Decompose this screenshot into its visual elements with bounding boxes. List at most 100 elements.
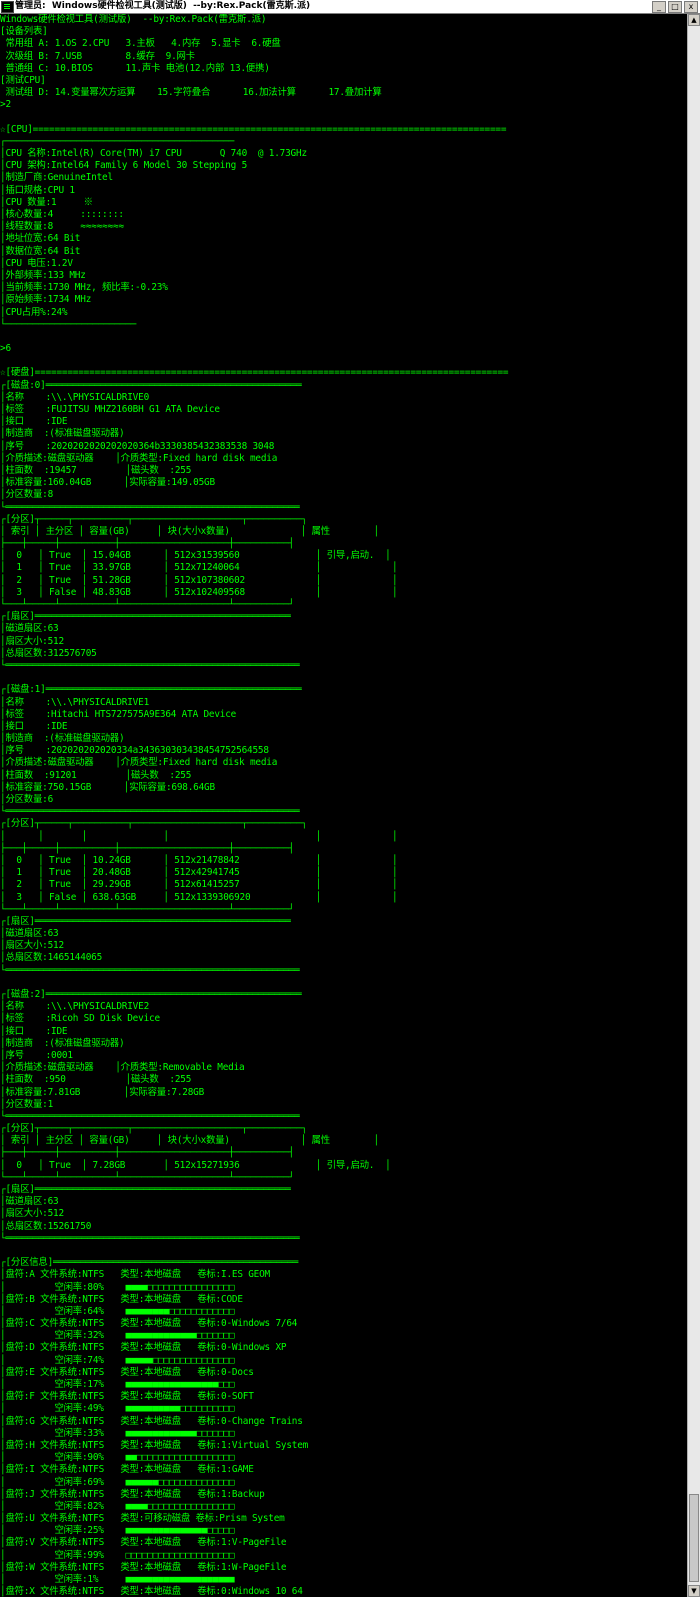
console-line: 常用组 A: 1.OS 2.CPU 3.主板 4.内存 5.显卡 6.硬盘	[0, 38, 281, 50]
console-line: │盘符:A 文件系统:NTFS 类型:本地磁盘 卷标:I.ES GEOM	[0, 1269, 271, 1281]
console-line: │地址位宽:64 Bit	[0, 233, 81, 245]
console-line: │ 索引 │ 主分区 │ 容量(GB) │ 块(大小x数量) │ 属性 │	[0, 525, 379, 537]
console-line: └───┴─────┴──────────┴──────────────────…	[0, 1171, 294, 1183]
console-line: ┌[扇区]═══════════════════════════════════…	[0, 915, 291, 927]
console-line: >2	[0, 99, 11, 111]
console-line: ├───┼─────┼──────────┼──────────────────…	[0, 842, 294, 854]
console-line: │序号 :2020202020202020364b333038543238353…	[0, 440, 275, 452]
console-line: │接口 :IDE	[0, 1025, 68, 1037]
console-line: │名称 :\\.\PHYSICALDRIVE1	[0, 696, 150, 708]
console-line: └═══════════════════════════════════════…	[0, 1110, 300, 1122]
console-line: │ 空闲率:80% ■■■■□□□□□□□□□□□□□□□□	[0, 1281, 235, 1293]
console-line: ┌[分区信息]═════════════════════════════════…	[0, 1257, 299, 1269]
console-line: 次级组 B: 7.USB 8.缓存 9.网卡	[0, 50, 195, 62]
console-line: │柱面数 :91201 │磁头数 :255	[0, 769, 192, 781]
maximize-button[interactable]: □	[668, 1, 682, 13]
console-line: │ 0 │ True │ 10.24GB │ 512x21478842 │ │	[0, 854, 398, 866]
console-line: │ 空闲率:99% □□□□□□□□□□□□□□□□□□□□	[0, 1549, 235, 1561]
console-line: [设备列表]	[0, 26, 48, 38]
console-line: │分区数量:8	[0, 489, 54, 501]
console-line: │磁道扇区:63	[0, 623, 59, 635]
console-line: └═══════════════════════════════════════…	[0, 1232, 300, 1244]
console-line: │标签 :Hitachi HTS727575A9E364 ATA Device	[0, 708, 237, 720]
console-line: │盘符:U 文件系统:NTFS 类型:可移动磁盘 卷标:Prism System	[0, 1513, 285, 1525]
console-line: │总扇区数:312576705	[0, 647, 97, 659]
console-line: ┌[扇区]═══════════════════════════════════…	[0, 611, 291, 623]
console-line: │盘符:J 文件系统:NTFS 类型:本地磁盘 卷标:1:Backup	[0, 1488, 265, 1500]
console-line: │盘符:G 文件系统:NTFS 类型:本地磁盘 卷标:0-Change Trai…	[0, 1415, 303, 1427]
console-line: ┌[分区]┬─────┬──────────┬─────────────────…	[0, 818, 307, 830]
console-line: 普通组 C: 10.BIOS 11.声卡 电池(12.内部 13.便携)	[0, 62, 270, 74]
console-line: │盘符:W 文件系统:NTFS 类型:本地磁盘 卷标:1:W-PageFile	[0, 1561, 287, 1573]
scrollbar-thumb[interactable]	[689, 1494, 699, 1582]
console-line: │制造商 :(标准磁盘驱动器)	[0, 733, 125, 745]
console-line: │ 2 │ True │ 29.29GB │ 512x61415257 │ │	[0, 879, 398, 891]
console-line: │ 空闲率:90% ■■□□□□□□□□□□□□□□□□□□	[0, 1452, 235, 1464]
console-line: │ 3 │ False │ 638.63GB │ 512x1339306920 …	[0, 891, 398, 903]
console-line: │标签 :FUJITSU MHZ2160BH G1 ATA Device	[0, 404, 220, 415]
console-line: │ 2 │ True │ 51.28GB │ 512x107380602 │ │	[0, 574, 398, 586]
console-line: │介质描述:磁盘驱动器 │介质类型:Fixed hard disk media	[0, 757, 278, 769]
console-line: │扇区大小:512	[0, 635, 64, 647]
console-line: │盘符:E 文件系统:NTFS 类型:本地磁盘 卷标:0-Docs	[0, 1366, 254, 1378]
console-line: └───┴─────┴──────────┴──────────────────…	[0, 599, 294, 610]
console-line: ┌───────────────────────────────────────…	[0, 135, 235, 147]
console-line: │盘符:H 文件系统:NTFS 类型:本地磁盘 卷标:1:Virtual Sys…	[0, 1439, 309, 1451]
console-line: │介质描述:磁盘驱动器 │介质类型:Fixed hard disk media	[0, 452, 278, 464]
console-line: ☆[CPU]==================================…	[0, 123, 507, 135]
console-line: └───┴─────┴──────────┴──────────────────…	[0, 903, 294, 915]
console-line: │介质描述:磁盘驱动器 │介质类型:Removable Media	[0, 1062, 245, 1074]
scroll-down-arrow-icon[interactable]: ▼	[688, 1585, 700, 1597]
console-line: │ 空闲率:17% ■■■■■■■■■■■■■■■■■□□□	[0, 1379, 235, 1390]
console-output[interactable]: Windows硬件检视工具(测试版) --by:Rex.Pack(雷克斯.派)[…	[0, 14, 688, 1597]
console-line: │CPU占用%:24%	[0, 306, 68, 318]
console-line: │制造商 :(标准磁盘驱动器)	[0, 1037, 125, 1049]
console-line: ☆[硬盘]===================================…	[0, 367, 509, 379]
console-line: │总扇区数:1465144065	[0, 952, 103, 964]
console-line: │ 索引 │ 主分区 │ 容量(GB) │ 块(大小x数量) │ 属性 │	[0, 1135, 379, 1147]
console-line: │ 1 │ True │ 33.97GB │ 512x71240064 │ │	[0, 562, 398, 574]
console-line: └────────────────────────	[0, 318, 137, 330]
console-line: │ 0 │ True │ 15.04GB │ 512x31539560 │ 引导…	[0, 550, 391, 562]
console-line: │接口 :IDE	[0, 720, 68, 732]
close-button[interactable]: x	[684, 1, 698, 13]
console-line: │磁道扇区:63	[0, 928, 59, 940]
console-line: │ 空闲率:69% ■■■■■■□□□□□□□□□□□□□□	[0, 1476, 235, 1488]
console-line: │ 0 │ True │ 7.28GB │ 512x15271936 │ 引导,…	[0, 1159, 391, 1171]
console-line: │插口规格:CPU 1	[0, 184, 75, 196]
console-line: └═══════════════════════════════════════…	[0, 806, 300, 818]
console-line: │盘符:V 文件系统:NTFS 类型:本地磁盘 卷标:1:V-PageFile	[0, 1537, 287, 1549]
console-line: └═══════════════════════════════════════…	[0, 659, 300, 671]
console-line: │柱面数 :19457 │磁头数 :255	[0, 464, 192, 476]
minimize-button[interactable]: _	[652, 1, 666, 13]
console-line: │标准容量:7.81GB │实际容量:7.28GB	[0, 1086, 205, 1098]
console-line: │制造厂商:GenuineIntel	[0, 172, 113, 184]
window-titlebar: 管理员: Windows硬件检视工具(测试版) --by:Rex.Pack(雷克…	[0, 0, 700, 14]
console-line: │外部频率:133 MHz	[0, 269, 86, 281]
console-line: │标准容量:750.15GB │实际容量:698.64GB	[0, 781, 215, 793]
console-line: │盘符:C 文件系统:NTFS 类型:本地磁盘 卷标:0-Windows 7/6…	[0, 1318, 298, 1330]
console-line: │序号 :0001	[0, 1049, 73, 1061]
console-line: │ 空闲率:33% ■■■■■■■■■■■■■□□□□□□□	[0, 1427, 235, 1439]
console-line: ┌[磁盘:0]═════════════════════════════════…	[0, 379, 302, 391]
console-line: └═══════════════════════════════════════…	[0, 501, 300, 513]
console-line: │盘符:D 文件系统:NTFS 类型:本地磁盘 卷标:0-Windows XP	[0, 1342, 287, 1354]
console-line: │CPU 架构:Intel64 Family 6 Model 30 Steppi…	[0, 160, 248, 172]
console-line: └═══════════════════════════════════════…	[0, 964, 300, 976]
console-line: │ 空闲率:64% ■■■■■■■■□□□□□□□□□□□□	[0, 1305, 235, 1317]
console-line: │盘符:F 文件系统:NTFS 类型:本地磁盘 卷标:0-SOFT	[0, 1391, 254, 1403]
console-line: │ 空闲率:49% ■■■■■■■■■■□□□□□□□□□□	[0, 1403, 235, 1415]
console-line: ┌[分区]┬─────┬──────────┬─────────────────…	[0, 513, 307, 525]
vertical-scrollbar[interactable]: ▲ ▼	[687, 14, 700, 1597]
console-line: │ 空闲率:1% ■■■■■■■■■■■■■■■■■■■■	[0, 1574, 235, 1585]
console-line: │CPU 名称:Intel(R) Core(TM) i7 CPU Q 740 @…	[0, 148, 307, 160]
console-line: │分区数量:6	[0, 794, 54, 805]
console-line: │线程数量:8 ≈≈≈≈≈≈≈≈	[0, 221, 124, 233]
console-line: │ 1 │ True │ 20.48GB │ 512x42941745 │ │	[0, 867, 398, 879]
scroll-up-arrow-icon[interactable]: ▲	[688, 14, 700, 26]
console-line: │ 空闲率:82% ■■■■□□□□□□□□□□□□□□□□	[0, 1500, 235, 1512]
